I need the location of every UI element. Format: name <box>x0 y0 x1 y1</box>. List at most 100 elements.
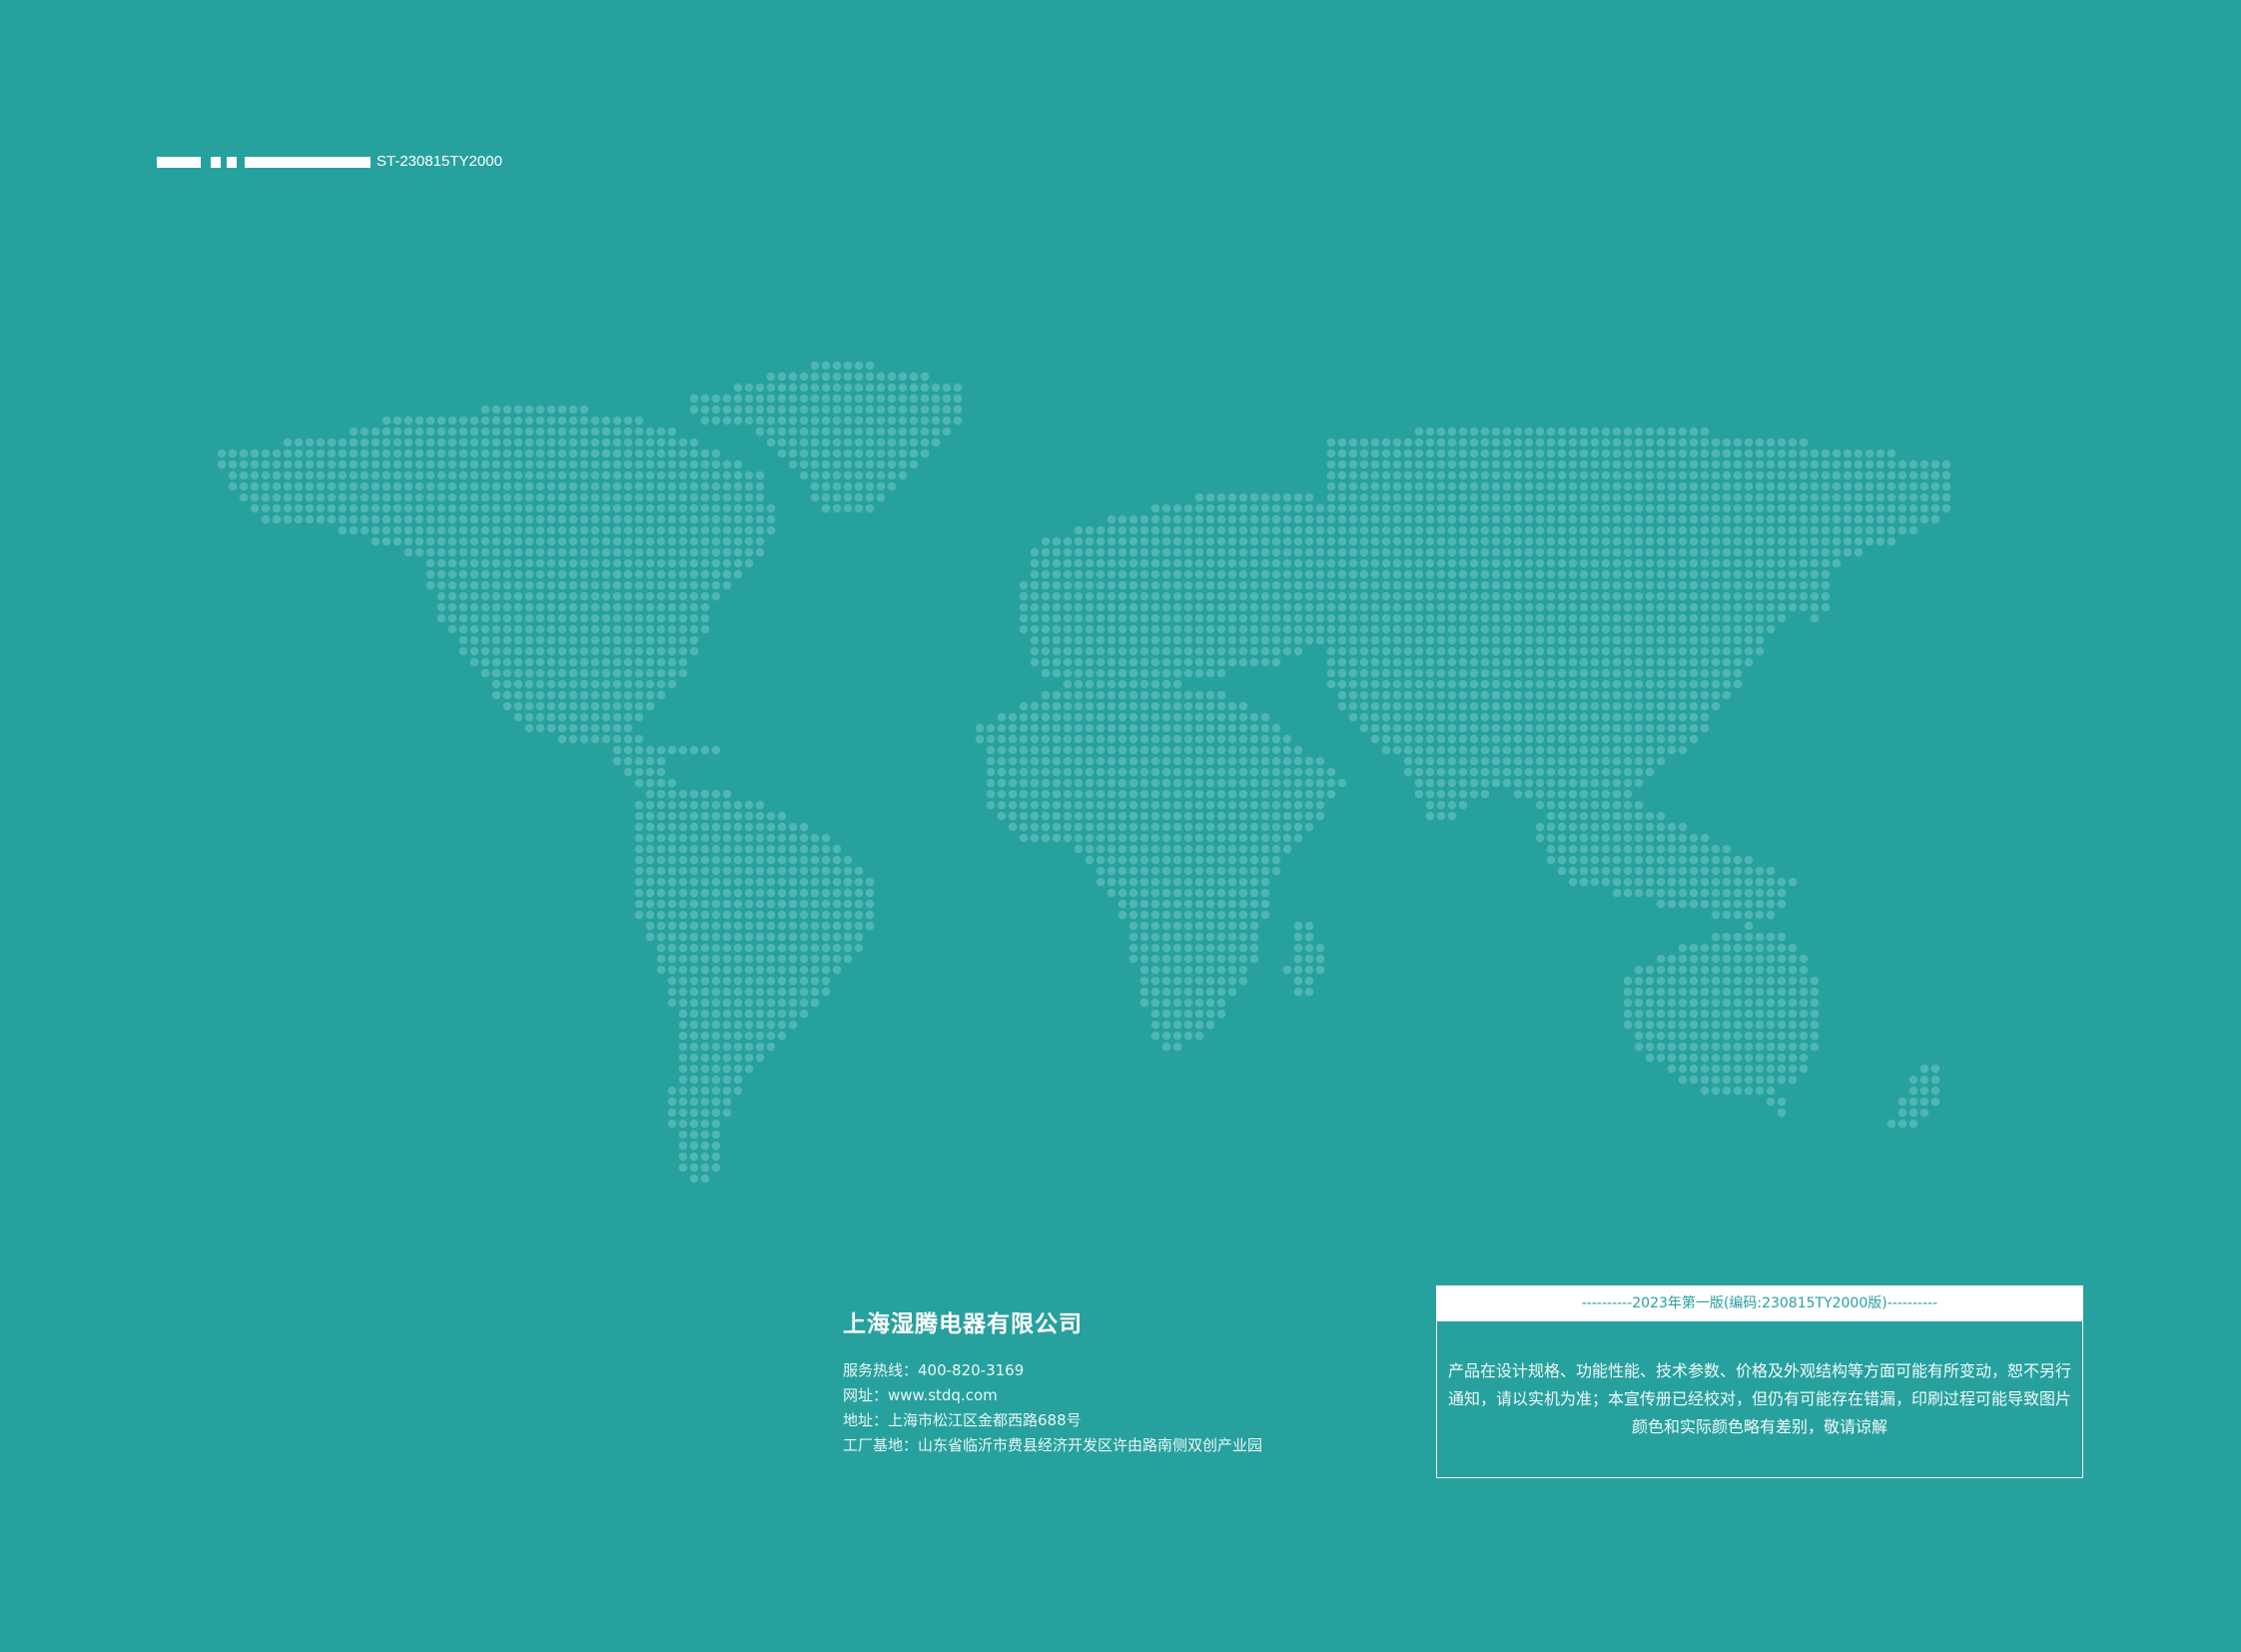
map-dot <box>1733 536 1743 546</box>
map-dot <box>634 635 644 645</box>
map-dot <box>1799 602 1809 612</box>
map-dot <box>1711 481 1721 491</box>
map-dot <box>1161 921 1171 931</box>
map-dot <box>1085 745 1095 755</box>
map-dot <box>1821 525 1831 535</box>
map-dot <box>1941 503 1951 513</box>
map-dot <box>1535 745 1545 755</box>
map-dot <box>1689 1075 1699 1085</box>
map-dot <box>1886 525 1896 535</box>
map-dot <box>1194 514 1204 524</box>
map-dot <box>1755 932 1765 942</box>
map-dot <box>1502 602 1512 612</box>
map-dot <box>1271 745 1281 755</box>
map-dot <box>1282 745 1292 755</box>
map-dot <box>1183 778 1193 788</box>
map-dot <box>1172 866 1182 876</box>
map-dot <box>634 712 644 722</box>
map-dot <box>1249 635 1259 645</box>
map-dot <box>612 602 622 612</box>
map-dot <box>1667 679 1677 689</box>
map-dot <box>623 470 633 480</box>
map-dot <box>1930 1075 1940 1085</box>
map-dot <box>678 877 688 887</box>
map-dot <box>1392 448 1402 458</box>
map-dot <box>612 690 622 700</box>
map-dot <box>601 492 611 502</box>
map-dot <box>1524 613 1534 623</box>
map-dot <box>667 514 677 524</box>
map-dot <box>1304 503 1314 513</box>
map-dot <box>1722 503 1732 513</box>
map-dot <box>667 965 677 975</box>
map-dot <box>1810 558 1820 568</box>
map-dot <box>1282 536 1292 546</box>
map-dot <box>1414 558 1424 568</box>
map-dot <box>1019 701 1029 711</box>
map-dot <box>1337 657 1347 667</box>
map-dot <box>744 833 754 843</box>
map-dot <box>1216 789 1226 799</box>
map-dot <box>788 910 798 920</box>
map-dot <box>557 470 567 480</box>
map-dot <box>1392 602 1402 612</box>
map-dot <box>1535 525 1545 535</box>
map-dot <box>1908 1097 1918 1107</box>
map-dot <box>1172 789 1182 799</box>
map-dot <box>491 536 501 546</box>
map-dot <box>1744 514 1754 524</box>
map-dot <box>678 932 688 942</box>
map-dot <box>1063 591 1073 601</box>
map-dot <box>1249 558 1259 568</box>
map-dot <box>1227 921 1237 931</box>
map-dot <box>436 558 446 568</box>
map-dot <box>1799 492 1809 502</box>
map-dot <box>821 877 831 887</box>
map-dot <box>1107 558 1117 568</box>
map-dot <box>1601 855 1611 865</box>
map-dot <box>1150 503 1160 513</box>
map-dot <box>1656 646 1666 656</box>
map-dot <box>843 415 853 425</box>
map-dot <box>766 1042 776 1052</box>
map-dot <box>1700 723 1710 733</box>
map-dot <box>865 372 875 382</box>
map-dot <box>1425 690 1435 700</box>
map-dot <box>1777 580 1787 590</box>
map-dot <box>1359 668 1369 678</box>
map-dot <box>1150 943 1160 953</box>
map-dot <box>1601 624 1611 634</box>
map-dot <box>436 448 446 458</box>
map-dot <box>601 679 611 689</box>
map-dot <box>1689 690 1699 700</box>
map-dot <box>634 547 644 557</box>
map-dot <box>217 448 227 458</box>
map-dot <box>535 712 545 722</box>
map-dot <box>1513 679 1523 689</box>
map-dot <box>700 1141 710 1151</box>
map-dot <box>755 1009 765 1019</box>
map-dot <box>1238 756 1248 766</box>
map-dot <box>1326 789 1336 799</box>
map-dot <box>557 448 567 458</box>
map-dot <box>700 1042 710 1052</box>
map-dot <box>1447 701 1457 711</box>
map-dot <box>1557 811 1567 821</box>
map-dot <box>1183 569 1193 579</box>
map-dot <box>1150 910 1160 920</box>
map-dot <box>1447 811 1457 821</box>
map-dot <box>1513 723 1523 733</box>
map-dot <box>1118 756 1127 766</box>
map-dot <box>1161 558 1171 568</box>
map-dot <box>744 525 754 535</box>
map-dot <box>1480 635 1490 645</box>
map-dot <box>689 602 699 612</box>
map-dot <box>1557 723 1567 733</box>
map-dot <box>1777 591 1787 601</box>
map-dot <box>1535 800 1545 810</box>
map-dot <box>305 481 315 491</box>
map-dot <box>1744 899 1754 909</box>
map-dot <box>1634 811 1644 821</box>
map-dot <box>1491 745 1501 755</box>
map-dot <box>1238 745 1248 755</box>
